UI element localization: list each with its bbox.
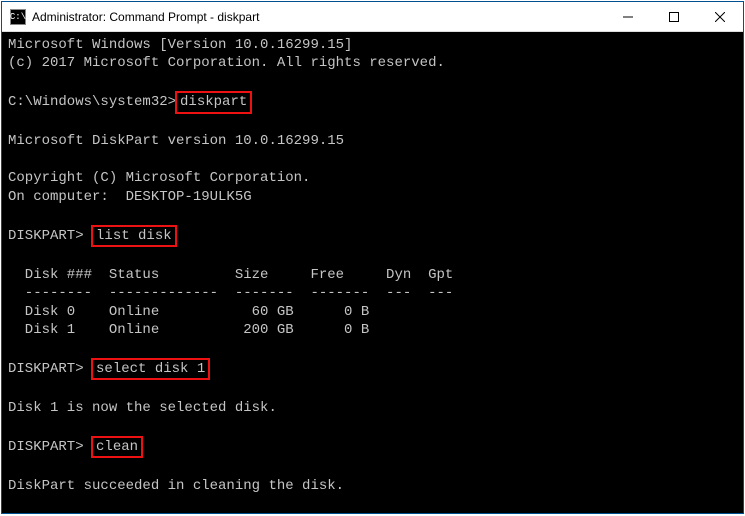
table-row: Disk 0 Online 60 GB 0 B (8, 304, 369, 320)
text-line: Copyright (C) Microsoft Corporation. (8, 170, 310, 186)
prompt: DISKPART> (8, 228, 92, 244)
text-line: Microsoft DiskPart version 10.0.16299.15 (8, 133, 344, 149)
window-controls (605, 2, 743, 31)
prompt: C:\Windows\system32> (8, 94, 176, 110)
table-header: Disk ### Status Size Free Dyn Gpt (8, 267, 453, 283)
cmd-window: C:\ Administrator: Command Prompt - disk… (1, 1, 744, 514)
prompt: DISKPART> (8, 361, 92, 377)
text-line: Microsoft Windows [Version 10.0.16299.15… (8, 37, 352, 53)
highlighted-command-diskpart: diskpart (175, 91, 252, 113)
table-row: Disk 1 Online 200 GB 0 B (8, 322, 369, 338)
highlighted-command-list-disk: list disk (91, 225, 177, 247)
close-button[interactable] (697, 2, 743, 31)
text-line: Disk 1 is now the selected disk. (8, 400, 277, 416)
highlighted-command-clean: clean (91, 436, 143, 458)
prompt: DISKPART> (8, 439, 92, 455)
text-line: DiskPart succeeded in cleaning the disk. (8, 478, 344, 494)
titlebar[interactable]: C:\ Administrator: Command Prompt - disk… (2, 2, 743, 32)
minimize-button[interactable] (605, 2, 651, 31)
maximize-button[interactable] (651, 2, 697, 31)
text-line: (c) 2017 Microsoft Corporation. All righ… (8, 55, 445, 71)
terminal-output[interactable]: Microsoft Windows [Version 10.0.16299.15… (2, 32, 743, 513)
highlighted-command-select-disk: select disk 1 (91, 358, 210, 380)
cmd-icon: C:\ (10, 9, 26, 25)
text-line: On computer: DESKTOP-19ULK5G (8, 189, 252, 205)
table-separator: -------- ------------- ------- ------- -… (8, 285, 453, 301)
window-title: Administrator: Command Prompt - diskpart (32, 10, 605, 24)
